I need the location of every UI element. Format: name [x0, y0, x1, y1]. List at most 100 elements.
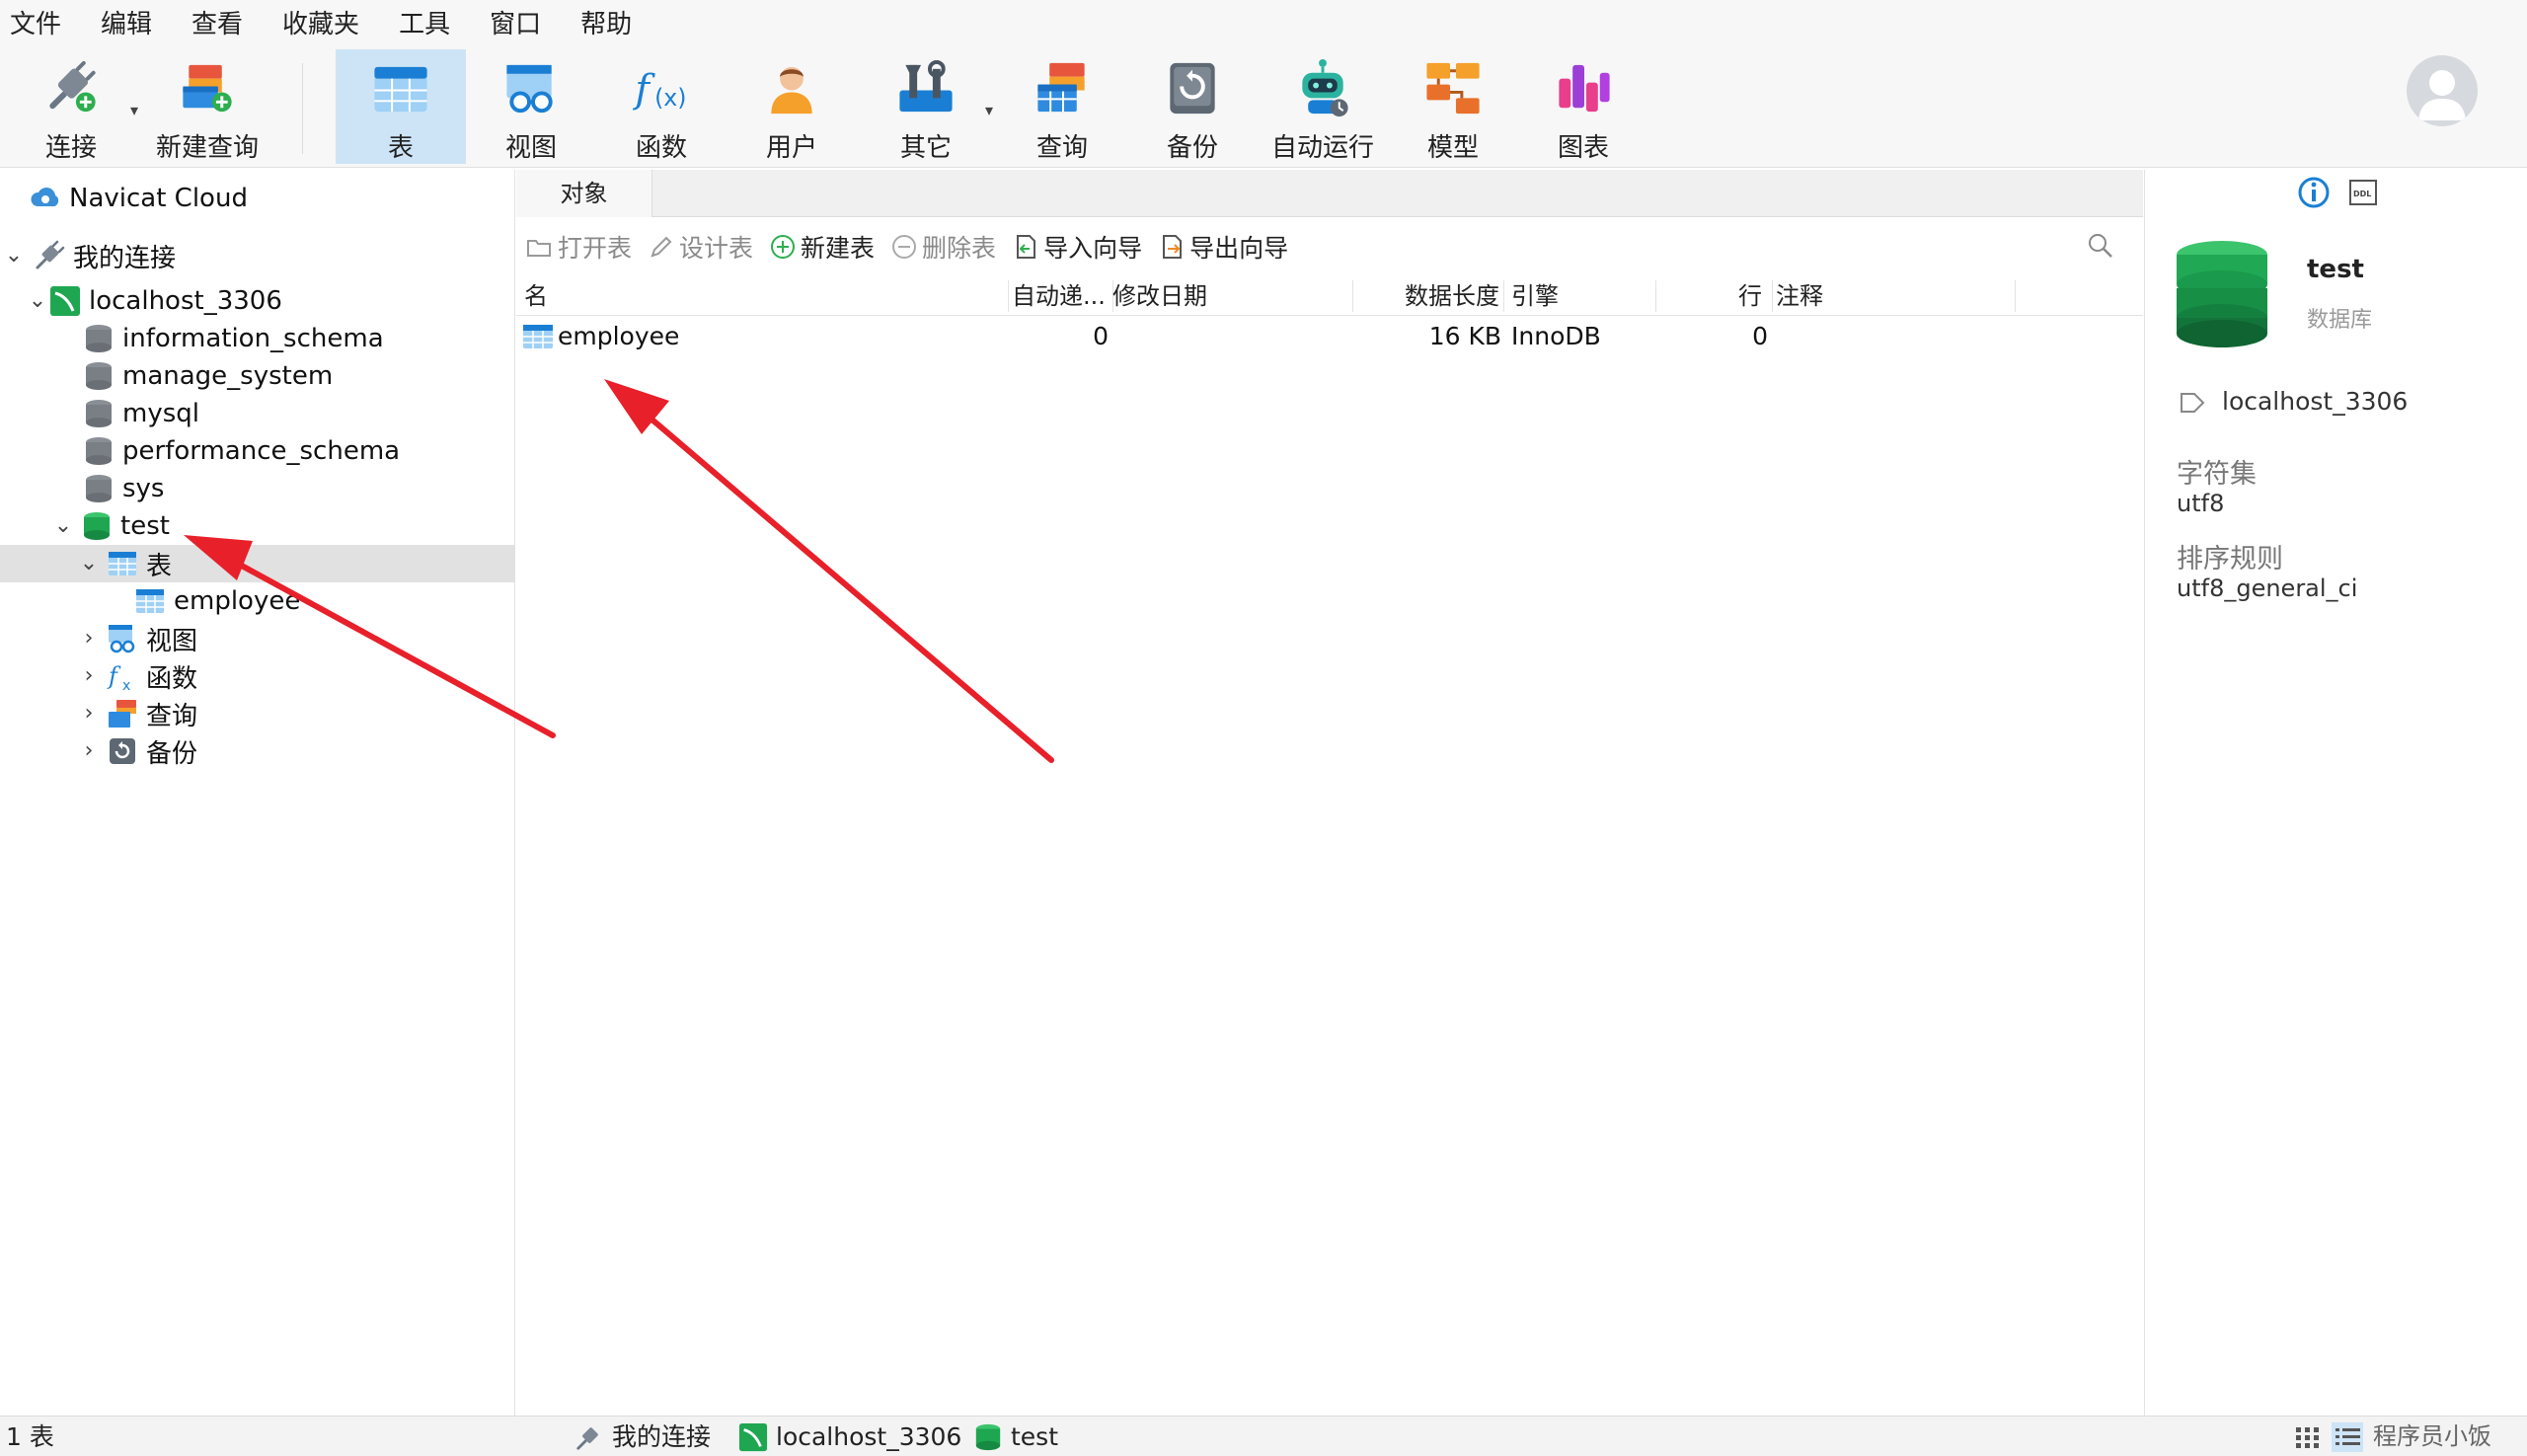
column-divider[interactable] [2015, 280, 2016, 312]
automation-button[interactable]: 自动运行 [1258, 49, 1388, 164]
grid-view-icon[interactable] [2294, 1424, 2322, 1450]
chevron-down-icon[interactable]: ⌄ [26, 282, 49, 320]
table-icon [109, 552, 136, 575]
info-collation-label: 排序规则 [2177, 544, 2283, 575]
column-header-rows[interactable]: 行 [1738, 276, 1762, 316]
chevron-right-icon[interactable]: › [77, 620, 101, 657]
menu-favorites[interactable]: 收藏夹 [263, 0, 379, 49]
object-toolbar: 打开表 设计表 新建表 删除表 导入向导 导出向导 [516, 225, 2143, 268]
tree-db-performance-schema[interactable]: performance_schema [0, 432, 515, 470]
user-icon [771, 66, 812, 115]
menu-file[interactable]: 文件 [0, 0, 81, 49]
menu-edit[interactable]: 编辑 [81, 0, 172, 49]
chevron-right-icon[interactable]: › [77, 657, 101, 695]
view-button[interactable]: 视图 [466, 49, 596, 164]
new-table-label: 新建表 [801, 234, 876, 263]
info-db-type: 数据库 [2307, 308, 2373, 333]
column-header-modified[interactable]: 修改日期 [1112, 276, 1207, 316]
column-divider[interactable] [1655, 280, 1656, 312]
function-icon: f (x) [632, 66, 686, 112]
other-label: 其它 [899, 133, 952, 163]
tree-navicat-cloud[interactable]: Navicat Cloud [0, 180, 515, 217]
query-button[interactable]: 查询 [997, 49, 1127, 164]
column-header-comment[interactable]: 注释 [1776, 276, 1823, 316]
menu-tools[interactable]: 工具 [379, 0, 470, 49]
svg-text:(x): (x) [654, 84, 686, 112]
chevron-down-icon[interactable]: ⌄ [77, 545, 101, 582]
column-header-data-length[interactable]: 数据长度 [1405, 276, 1499, 316]
function-button[interactable]: f (x) 函数 [596, 49, 727, 164]
tree-db-information-schema[interactable]: information_schema [0, 320, 515, 357]
new-query-button[interactable]: 新建查询 [142, 49, 272, 164]
tree-my-connections[interactable]: ⌄ 我的连接 [0, 237, 515, 274]
table-row[interactable]: employee 0 16 KB InnoDB 0 [516, 318, 2143, 355]
tree-label: 查询 [146, 701, 198, 731]
column-divider[interactable] [1772, 280, 1773, 312]
column-header-auto-increment[interactable]: 自动递... [1012, 276, 1106, 316]
column-header-engine[interactable]: 引擎 [1511, 276, 1559, 316]
chevron-right-icon[interactable]: › [77, 732, 101, 770]
tree-label: 表 [146, 551, 173, 581]
column-divider[interactable] [1503, 280, 1504, 312]
table-icon [374, 66, 427, 113]
tree-functions-node[interactable]: › f x 函数 [0, 657, 515, 695]
tree-label: localhost_3306 [89, 286, 282, 316]
tree-connection-localhost[interactable]: ⌄ localhost_3306 [0, 282, 515, 320]
query-icon [1037, 62, 1085, 113]
menu-view[interactable]: 查看 [172, 0, 263, 49]
chevron-down-icon[interactable]: ⌄ [51, 507, 75, 545]
chevron-down-icon[interactable]: ▾ [985, 101, 993, 119]
ddl-icon[interactable]: DDL [2348, 178, 2378, 207]
chevron-down-icon[interactable]: ▾ [130, 101, 138, 119]
status-bar: 1 表 我的连接 localhost_3306 test 程序员小饭 [0, 1416, 2527, 1456]
database-icon [86, 475, 112, 502]
export-wizard-label: 导出向导 [1189, 234, 1289, 263]
status-crumb-db: test [1011, 1422, 1059, 1451]
tab-objects[interactable]: 对象 [516, 170, 652, 217]
connection-tree: Navicat Cloud ⌄ 我的连接 ⌄ localhost_3306 in… [0, 170, 515, 1416]
connect-button[interactable]: 连接 [6, 49, 136, 164]
database-icon [86, 325, 112, 352]
tree-label: 视图 [146, 626, 198, 656]
other-button[interactable]: 其它 [861, 49, 991, 164]
info-connection: localhost_3306 [2222, 387, 2409, 416]
import-wizard-button[interactable]: 导入向导 [1012, 229, 1142, 265]
tree-views-node[interactable]: › 视图 [0, 620, 515, 657]
model-button[interactable]: 模型 [1388, 49, 1518, 164]
list-view-icon[interactable] [2332, 1422, 2363, 1452]
chart-button[interactable]: 图表 [1518, 49, 1648, 164]
table-label: 表 [387, 133, 414, 163]
menu-window[interactable]: 窗口 [470, 0, 561, 49]
info-charset-value: utf8 [2177, 490, 2225, 517]
new-table-button[interactable]: 新建表 [769, 229, 875, 265]
account-avatar[interactable] [2407, 55, 2478, 126]
table-icon [523, 325, 553, 348]
search-icon[interactable] [2086, 231, 2115, 261]
tree-table-employee[interactable]: employee [0, 582, 515, 620]
svg-text:f: f [632, 66, 655, 112]
mysql-connection-icon [50, 286, 80, 316]
column-divider[interactable] [1352, 280, 1353, 312]
delete-table-button[interactable]: 删除表 [890, 229, 996, 265]
tree-queries-node[interactable]: › 查询 [0, 695, 515, 732]
tree-db-manage-system[interactable]: manage_system [0, 357, 515, 395]
backup-button[interactable]: 备份 [1127, 49, 1258, 164]
user-button[interactable]: 用户 [727, 49, 857, 164]
tree-db-mysql[interactable]: mysql [0, 395, 515, 432]
query-icon [109, 700, 136, 728]
column-divider[interactable] [1008, 280, 1009, 312]
open-table-button[interactable]: 打开表 [526, 229, 632, 265]
design-table-button[interactable]: 设计表 [648, 229, 753, 265]
tools-icon [899, 59, 953, 113]
chevron-right-icon[interactable]: › [77, 695, 101, 732]
export-wizard-button[interactable]: 导出向导 [1158, 229, 1288, 265]
menu-help[interactable]: 帮助 [561, 0, 651, 49]
tree-backups-node[interactable]: › 备份 [0, 732, 515, 770]
chevron-down-icon[interactable]: ⌄ [2, 237, 26, 274]
tree-db-test[interactable]: ⌄ test [0, 507, 515, 545]
table-button[interactable]: 表 [336, 49, 466, 164]
tree-tables-node[interactable]: ⌄ 表 [0, 545, 515, 582]
column-header-name[interactable]: 名 [524, 276, 548, 316]
tree-db-sys[interactable]: sys [0, 470, 515, 507]
info-icon[interactable] [2297, 176, 2331, 209]
